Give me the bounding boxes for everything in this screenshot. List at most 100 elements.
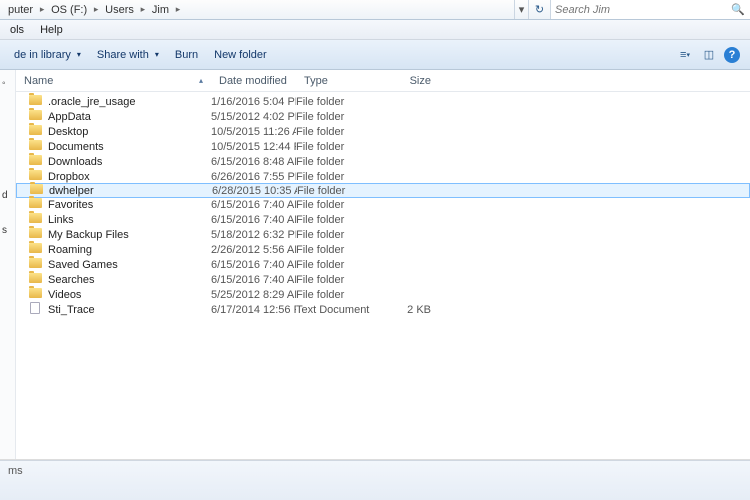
file-type: File folder (296, 289, 381, 301)
file-row[interactable]: dwhelper6/28/2015 10:35 A...File folder (16, 183, 750, 198)
status-text: ms (8, 465, 23, 477)
file-row[interactable]: My Backup Files5/18/2012 6:32 PMFile fol… (16, 227, 750, 242)
file-row[interactable]: Dropbox6/26/2016 7:55 PMFile folder (16, 169, 750, 184)
new-folder-button[interactable]: New folder (206, 46, 275, 64)
folder-icon (29, 140, 42, 150)
crumb-users[interactable]: Users (101, 4, 138, 16)
file-type: Text Document (296, 304, 381, 316)
chevron-right-icon[interactable]: ▸ (91, 4, 101, 15)
address-dropdown[interactable]: ▾ (514, 0, 528, 19)
column-name[interactable]: Name▴ (16, 75, 211, 87)
file-name: Dropbox (44, 171, 211, 183)
file-date: 10/5/2015 12:44 PM (211, 141, 296, 153)
file-type: File folder (296, 126, 381, 138)
help-button[interactable]: ? (724, 47, 740, 63)
folder-icon (29, 213, 42, 223)
search-box: 🔍 (550, 0, 750, 19)
file-name: Links (44, 214, 211, 226)
chevron-right-icon[interactable]: ▸ (138, 4, 148, 15)
crumb-computer[interactable]: puter (4, 4, 37, 16)
help-icon: ? (729, 49, 736, 61)
folder-icon (29, 198, 42, 208)
column-headers: Name▴ Date modified Type Size (16, 70, 750, 92)
folder-icon (29, 273, 42, 283)
search-input[interactable] (555, 4, 730, 16)
file-name: Downloads (44, 156, 211, 168)
file-date: 6/26/2016 7:55 PM (211, 171, 296, 183)
file-size: 2 KB (381, 304, 441, 316)
preview-pane-icon: ◫ (704, 48, 714, 61)
file-date: 6/15/2016 7:40 AM (211, 199, 296, 211)
file-type: File folder (296, 171, 381, 183)
file-row[interactable]: Desktop10/5/2015 11:26 A...File folder (16, 124, 750, 139)
file-row[interactable]: Downloads6/15/2016 8:48 AMFile folder (16, 154, 750, 169)
navigation-pane[interactable]: ◦ d s (0, 70, 16, 459)
file-row[interactable]: Roaming2/26/2012 5:56 AMFile folder (16, 242, 750, 257)
file-name: Documents (44, 141, 211, 153)
file-date: 6/28/2015 10:35 A... (212, 185, 297, 197)
menu-bar: ols Help (0, 20, 750, 40)
file-type: File folder (296, 156, 381, 168)
file-row[interactable]: AppData5/15/2012 4:02 PMFile folder (16, 109, 750, 124)
file-row[interactable]: Videos5/25/2012 8:29 AMFile folder (16, 287, 750, 302)
file-row[interactable]: .oracle_jre_usage1/16/2016 5:04 PMFile f… (16, 94, 750, 109)
file-date: 6/15/2016 8:48 AM (211, 156, 296, 168)
file-row[interactable]: Documents10/5/2015 12:44 PMFile folder (16, 139, 750, 154)
burn-button[interactable]: Burn (167, 46, 206, 64)
crumb-jim[interactable]: Jim (148, 4, 173, 16)
include-library-button[interactable]: de in library (6, 46, 89, 64)
file-date: 6/17/2014 12:56 PM (211, 304, 296, 316)
file-name: Desktop (44, 126, 211, 138)
file-list: Name▴ Date modified Type Size .oracle_jr… (16, 70, 750, 459)
file-type: File folder (296, 141, 381, 153)
file-date: 2/26/2012 5:56 AM (211, 244, 296, 256)
refresh-button[interactable]: ↻ (528, 0, 550, 19)
file-row[interactable]: Sti_Trace6/17/2014 12:56 PMText Document… (16, 302, 750, 317)
file-date: 5/25/2012 8:29 AM (211, 289, 296, 301)
search-icon[interactable]: 🔍 (730, 3, 746, 16)
file-type: File folder (296, 96, 381, 108)
view-options-button[interactable]: ≡▾ (676, 46, 694, 64)
file-row[interactable]: Saved Games6/15/2016 7:40 AMFile folder (16, 257, 750, 272)
file-date: 5/18/2012 6:32 PM (211, 229, 296, 241)
column-size[interactable]: Size (381, 75, 441, 87)
folder-icon (29, 228, 42, 238)
menu-tools[interactable]: ols (2, 22, 32, 38)
file-row[interactable]: Favorites6/15/2016 7:40 AMFile folder (16, 197, 750, 212)
file-name: AppData (44, 111, 211, 123)
file-name: Searches (44, 274, 211, 286)
file-date: 1/16/2016 5:04 PM (211, 96, 296, 108)
folder-icon (29, 110, 42, 120)
file-date: 10/5/2015 11:26 A... (211, 126, 296, 138)
folder-icon (29, 258, 42, 268)
file-type: File folder (296, 199, 381, 211)
file-name: Sti_Trace (44, 304, 211, 316)
menu-help[interactable]: Help (32, 22, 71, 38)
folder-icon (29, 95, 42, 105)
share-with-button[interactable]: Share with (89, 46, 167, 64)
preview-pane-button[interactable]: ◫ (700, 46, 718, 64)
breadcrumb[interactable]: puter ▸ OS (F:) ▸ Users ▸ Jim ▸ (0, 0, 514, 19)
file-type: File folder (296, 244, 381, 256)
column-type[interactable]: Type (296, 75, 381, 87)
address-bar: puter ▸ OS (F:) ▸ Users ▸ Jim ▸ ▾ ↻ 🔍 (0, 0, 750, 20)
file-row[interactable]: Searches6/15/2016 7:40 AMFile folder (16, 272, 750, 287)
folder-icon (29, 170, 42, 180)
chevron-right-icon[interactable]: ▸ (173, 4, 183, 15)
file-date: 6/15/2016 7:40 AM (211, 274, 296, 286)
file-type: File folder (296, 214, 381, 226)
chevron-right-icon[interactable]: ▸ (37, 4, 47, 15)
file-name: .oracle_jre_usage (44, 96, 211, 108)
toolbar: de in library Share with Burn New folder… (0, 40, 750, 70)
file-name: Videos (44, 289, 211, 301)
column-date[interactable]: Date modified (211, 75, 296, 87)
file-date: 6/15/2016 7:40 AM (211, 259, 296, 271)
file-type: File folder (296, 259, 381, 271)
file-name: Saved Games (44, 259, 211, 271)
file-row[interactable]: Links6/15/2016 7:40 AMFile folder (16, 212, 750, 227)
document-icon (30, 302, 40, 314)
file-type: File folder (297, 185, 382, 197)
file-name: My Backup Files (44, 229, 211, 241)
crumb-drive[interactable]: OS (F:) (47, 4, 91, 16)
file-date: 6/15/2016 7:40 AM (211, 214, 296, 226)
